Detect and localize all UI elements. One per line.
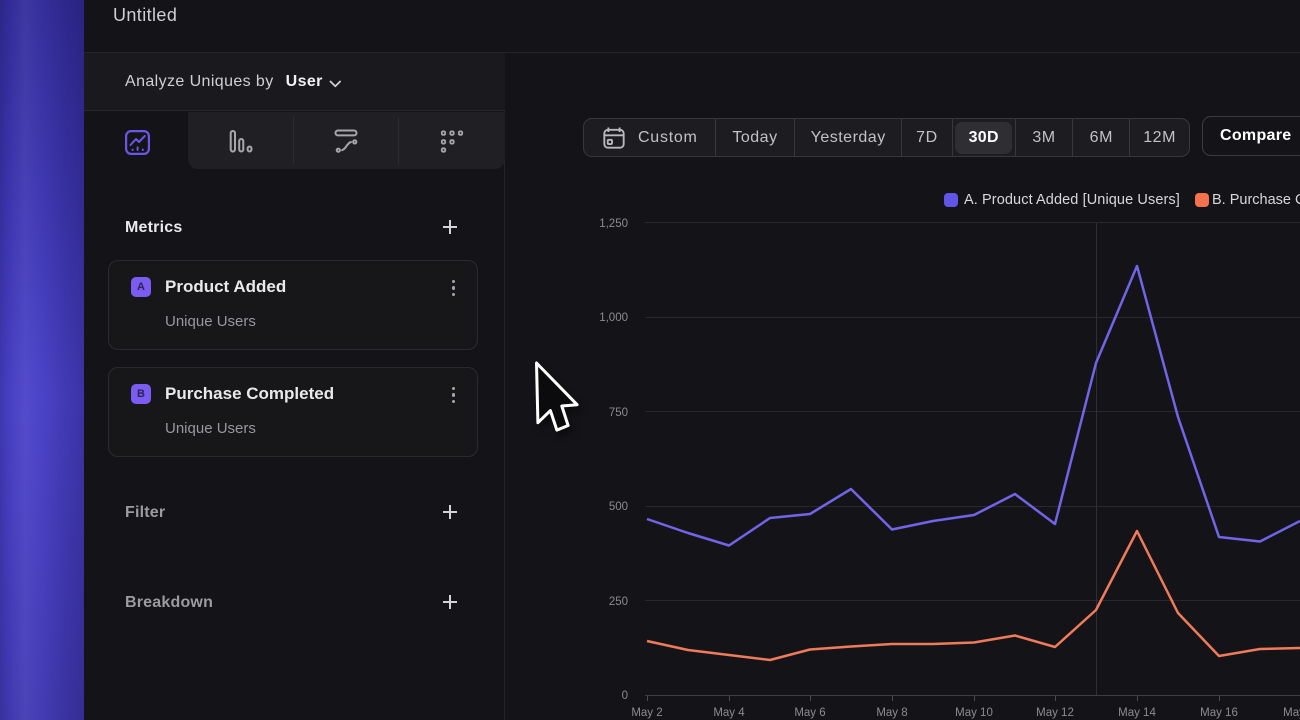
svg-text:May 12: May 12 [1036,707,1074,719]
svg-text:May 8: May 8 [876,707,907,719]
svg-text:750: 750 [609,407,628,419]
svg-text:May 18: May 18 [1283,707,1300,719]
svg-text:May 14: May 14 [1118,707,1156,719]
svg-text:250: 250 [609,596,628,608]
svg-text:May 10: May 10 [955,707,993,719]
svg-text:May 16: May 16 [1200,707,1238,719]
svg-text:500: 500 [609,501,628,513]
svg-text:1,000: 1,000 [599,312,628,324]
svg-text:May 2: May 2 [631,707,662,719]
svg-text:1,250: 1,250 [599,218,628,230]
svg-text:May 4: May 4 [713,707,745,719]
svg-text:0: 0 [622,690,628,702]
svg-text:May 6: May 6 [794,707,825,719]
